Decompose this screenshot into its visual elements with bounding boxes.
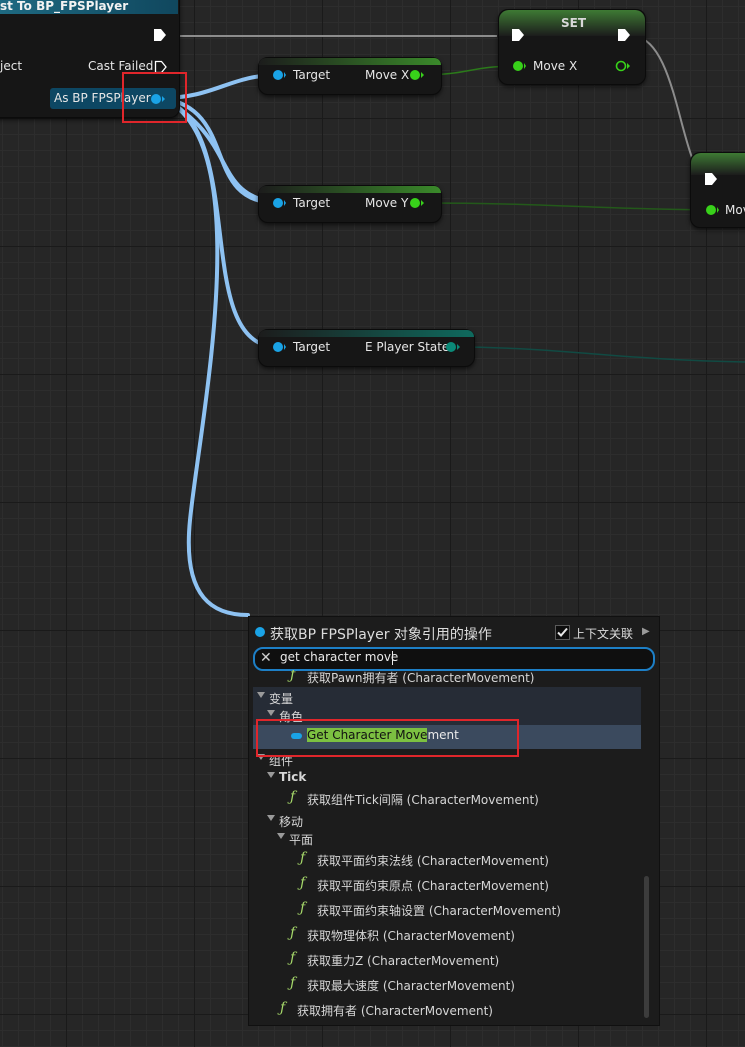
function-icon: ƒ	[290, 925, 296, 941]
chevron-down-icon	[267, 772, 275, 778]
chevron-down-icon	[257, 692, 265, 698]
float-pin-icon[interactable]	[408, 196, 424, 210]
exec-in-pin-icon[interactable]	[511, 28, 525, 42]
move-x-target-label: Target	[293, 68, 331, 82]
function-icon: ƒ	[280, 1000, 286, 1016]
wire-player-state	[451, 346, 745, 363]
list-item[interactable]: ƒ 获取组件Tick间隔 (CharacterMovement)	[253, 788, 641, 810]
float-pin-icon[interactable]	[703, 203, 719, 217]
check-icon	[557, 627, 568, 637]
cast-node-title-bar: st To BP_FPSPlayer	[0, 0, 178, 14]
list-item[interactable]: ƒ 获取Pawn拥有者 (CharacterMovement)	[253, 670, 641, 688]
target-pin-icon[interactable]	[270, 68, 286, 82]
target-pin-icon[interactable]	[270, 196, 286, 210]
function-icon: ƒ	[290, 950, 296, 966]
list-item[interactable]: ƒ 获取平面约束轴设置 (CharacterMovement)	[253, 899, 641, 921]
function-icon: ƒ	[290, 670, 296, 683]
move-y-output-label: Move Y	[365, 196, 409, 210]
function-icon: ƒ	[300, 850, 306, 866]
exec-out-pin-icon[interactable]	[153, 28, 167, 42]
partial-node-input-label: Mov	[725, 203, 745, 217]
float-pin-icon[interactable]	[510, 59, 526, 73]
exec-out-pin-icon[interactable]	[617, 28, 631, 42]
move-x-output-label: Move X	[365, 68, 410, 82]
target-pin-icon[interactable]	[270, 340, 286, 354]
chevron-down-icon	[267, 815, 275, 821]
float-pin-icon[interactable]	[408, 68, 424, 82]
context-sensitive-checkbox[interactable]	[555, 625, 570, 640]
category-tick[interactable]: Tick	[253, 767, 641, 789]
set-input-label: Move X	[533, 59, 578, 73]
wire-to-target-state	[160, 96, 280, 349]
object-pin-label: ject	[0, 59, 23, 73]
function-icon: ƒ	[300, 875, 306, 891]
list-item[interactable]: ƒ 获取平面约束法线 (CharacterMovement)	[253, 849, 641, 871]
text-caret	[392, 651, 393, 665]
annotation-box-result	[256, 719, 519, 757]
player-state-output-label: E Player State	[365, 340, 450, 354]
set-node-title: SET	[561, 16, 587, 30]
exec-in-pin-icon[interactable]	[704, 172, 718, 186]
wire-to-popup	[160, 96, 250, 617]
float-out-pin-icon[interactable]	[614, 59, 630, 73]
close-icon[interactable]: ✕	[260, 650, 272, 666]
annotation-box-pin	[122, 72, 187, 123]
list-item[interactable]: ƒ 获取拥有者 (CharacterMovement)	[253, 999, 641, 1020]
popup-title: 获取BP FPSPlayer 对象引用的操作	[270, 627, 492, 643]
search-input-value[interactable]: get character move	[280, 650, 398, 664]
list-item[interactable]: ƒ 获取物理体积 (CharacterMovement)	[253, 924, 641, 946]
function-icon: ƒ	[290, 789, 296, 805]
chevron-right-icon[interactable]: ▶	[642, 626, 650, 637]
function-icon: ƒ	[290, 975, 296, 991]
cast-node-title: st To BP_FPSPlayer	[0, 0, 129, 13]
enum-pin-icon[interactable]	[444, 340, 460, 354]
chevron-down-icon	[267, 710, 275, 716]
object-reference-icon	[255, 627, 265, 637]
cast-failed-label: Cast Failed	[88, 59, 154, 73]
move-y-target-label: Target	[293, 196, 331, 210]
category-plane[interactable]: 平面	[253, 828, 641, 850]
list-item[interactable]: ƒ 获取最大速度 (CharacterMovement)	[253, 974, 641, 996]
context-sensitive-label: 上下文关联	[573, 627, 634, 641]
list-item[interactable]: ƒ 获取平面约束原点 (CharacterMovement)	[253, 874, 641, 896]
chevron-down-icon	[277, 833, 285, 839]
scrollbar-thumb[interactable]	[644, 876, 649, 1018]
player-state-target-label: Target	[293, 340, 331, 354]
list-item[interactable]: ƒ 获取重力Z (CharacterMovement)	[253, 949, 641, 971]
function-icon: ƒ	[300, 900, 306, 916]
